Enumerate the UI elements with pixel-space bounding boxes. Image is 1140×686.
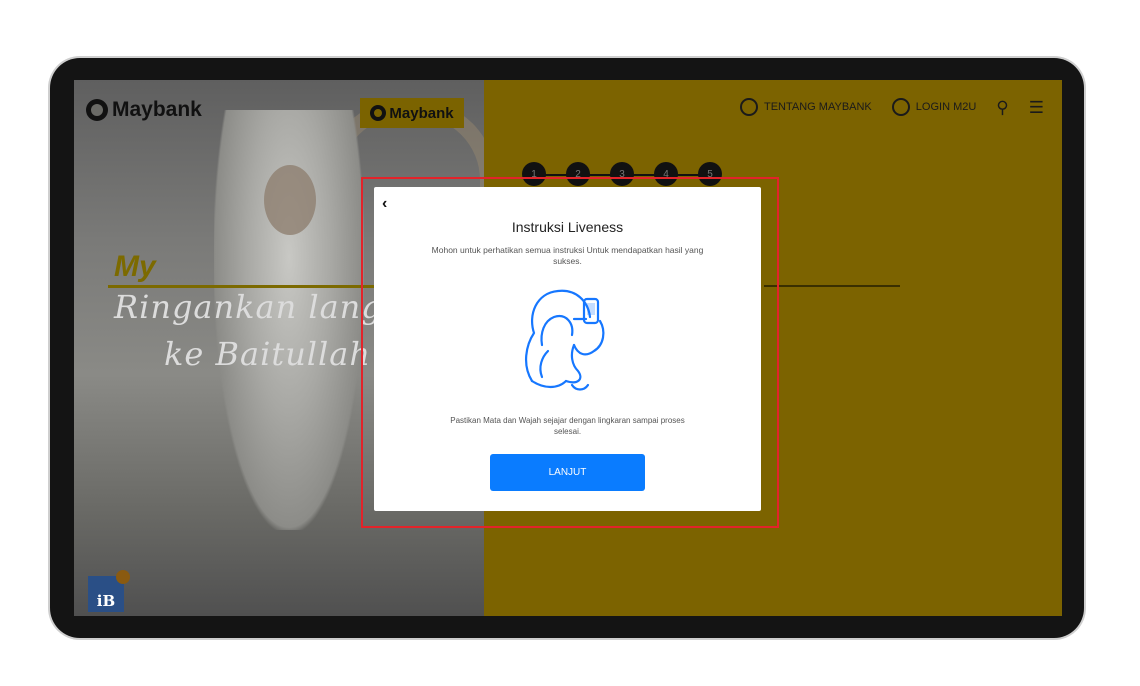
chevron-left-icon[interactable]: ‹ (382, 195, 387, 213)
woman-face (264, 165, 316, 235)
continue-button[interactable]: LANJUT (490, 454, 645, 491)
search-icon[interactable]: ⚲ (996, 99, 1008, 116)
dialog-subtitle: Mohon untuk perhatikan semua instruksi U… (431, 245, 704, 266)
field-underline (764, 285, 900, 287)
hamburger-menu-icon[interactable]: ☰ (1029, 99, 1044, 116)
tiger-emblem-icon (740, 98, 758, 116)
liveness-instruction-dialog: ‹ Instruksi Liveness Mohon untuk perhati… (374, 187, 761, 511)
badge-logo-text: Maybank (389, 104, 454, 122)
dialog-title: Instruksi Liveness (511, 219, 624, 235)
tiger-emblem-icon (370, 105, 387, 121)
maybank-badge-logo: Maybank (360, 98, 464, 128)
top-nav: TENTANG MAYBANK LOGIN M2U ⚲ ☰ (740, 98, 1044, 116)
promo-headline-line1: Ringankan langl (114, 288, 394, 326)
tiger-emblem-icon (86, 99, 108, 121)
nav-login-m2u[interactable]: LOGIN M2U (891, 98, 977, 116)
nav-login-label: LOGIN M2U (915, 101, 977, 113)
gear-icon (116, 570, 130, 584)
dialog-note: Pastikan Mata dan Wajah sejajar dengan l… (450, 416, 685, 436)
islamic-banking-badge[interactable]: iB (88, 570, 130, 612)
promo-headline-line2: ke Baitullah (164, 335, 371, 373)
ib-badge-label: iB (96, 592, 116, 610)
maybank-logo[interactable]: Maybank (86, 98, 202, 122)
lock-icon (891, 98, 910, 116)
promo-word: My (114, 250, 156, 283)
person-with-phone-selfie-icon (525, 289, 605, 391)
logo-text: Maybank (112, 98, 202, 121)
nav-about-maybank[interactable]: TENTANG MAYBANK (740, 98, 872, 116)
nav-about-label: TENTANG MAYBANK (764, 101, 872, 113)
